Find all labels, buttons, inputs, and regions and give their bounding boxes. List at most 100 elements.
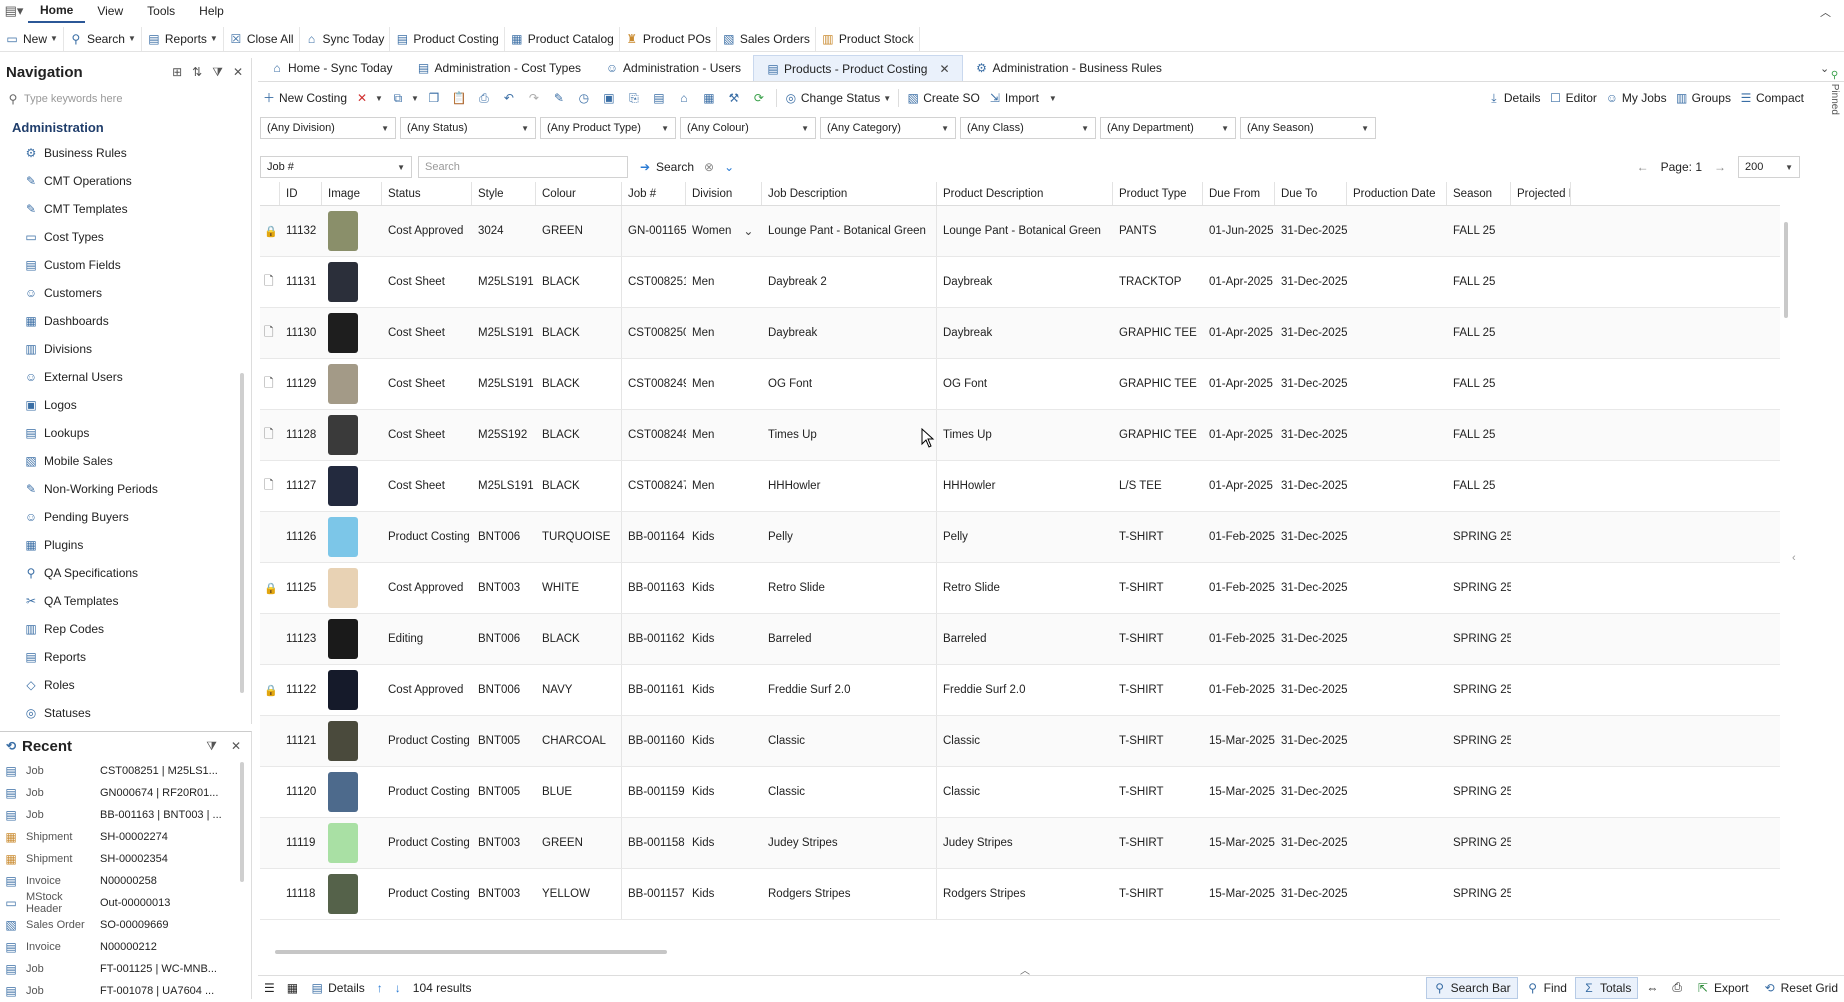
recent-filter-icon[interactable]: ⧩	[206, 739, 217, 754]
filter-any-status[interactable]: (Any Status) ▼	[400, 117, 536, 139]
column-header-projected-deliv[interactable]: Projected Deliv	[1511, 182, 1571, 205]
cell-division[interactable]: Kids	[686, 767, 762, 817]
column-header-style[interactable]: Style	[472, 182, 536, 205]
cell-thumb[interactable]	[322, 359, 382, 409]
recent-item[interactable]: ▤ Job FT-001125 | WC-MNB...	[0, 958, 251, 980]
cell-division[interactable]: Kids	[686, 614, 762, 664]
tools-button[interactable]: ⚒	[723, 85, 748, 111]
table-row[interactable]: 🔒 11125 Cost Approved BNT003 WHITE BB-001163 K…	[260, 563, 1780, 614]
table-row[interactable]: 🗋 11131 Cost Sheet M25LS191 BLACK CST008251 Me…	[260, 257, 1780, 308]
recent-item[interactable]: ▤ Invoice N00000258	[0, 870, 251, 892]
table-row[interactable]: 🗋 11128 Cost Sheet M25S192 BLACK CST008248 Men…	[260, 410, 1780, 461]
edit-button[interactable]: ✎	[548, 85, 573, 111]
nav-item-statuses[interactable]: ◎ Statuses	[0, 699, 251, 727]
cell-thumb[interactable]	[322, 614, 382, 664]
cell-thumb[interactable]	[322, 461, 382, 511]
filter-any-division[interactable]: (Any Division) ▼	[260, 117, 396, 139]
product-pos-button[interactable]: ♜ Product POs	[620, 26, 717, 51]
nav-item-lookups[interactable]: ▤ Lookups	[0, 419, 251, 447]
cell-division[interactable]: Kids	[686, 512, 762, 562]
editor-button[interactable]: ☐ Editor	[1545, 85, 1601, 111]
product-thumbnail[interactable]	[328, 619, 358, 659]
recent-item[interactable]: ▦ Shipment SH-00002354	[0, 848, 251, 870]
search-button[interactable]: ⚲ Search ▼	[64, 26, 142, 51]
cell-thumb[interactable]	[322, 665, 382, 715]
column-header-id[interactable]: ID	[280, 182, 322, 205]
filter-any-season[interactable]: (Any Season) ▼	[1240, 117, 1376, 139]
image-button[interactable]: ▣	[598, 85, 623, 111]
cell-division[interactable]: Kids	[686, 563, 762, 613]
export-button[interactable]: ⇱ Export	[1690, 977, 1755, 999]
menu-home[interactable]: Home	[28, 0, 86, 23]
column-header-job-description[interactable]: Job Description	[762, 182, 937, 205]
product-thumbnail[interactable]	[328, 823, 358, 863]
chevron-down-icon[interactable]: ⌄	[743, 224, 753, 238]
nav-item-pending-buyers[interactable]: ☺ Pending Buyers	[0, 503, 251, 531]
cell-division[interactable]: Men	[686, 359, 762, 409]
tab-products-product-costing[interactable]: ▤ Products - Product Costing ✕	[753, 55, 963, 81]
nav-item-non-working-periods[interactable]: ✎ Non-Working Periods	[0, 475, 251, 503]
cell-thumb[interactable]	[322, 716, 382, 766]
cell-thumb[interactable]	[322, 512, 382, 562]
card-view-icon[interactable]: ▦	[281, 977, 304, 999]
table-row[interactable]: 🗋 11130 Cost Sheet M25LS191 BLACK CST008250 Me…	[260, 308, 1780, 359]
filter-any-colour[interactable]: (Any Colour) ▼	[680, 117, 816, 139]
product-thumbnail[interactable]	[328, 670, 358, 710]
nav-item-business-rules[interactable]: ⚙ Business Rules	[0, 139, 251, 167]
print-button[interactable]: ⎙	[473, 85, 498, 111]
cell-division[interactable]: Kids	[686, 665, 762, 715]
cell-thumb[interactable]	[322, 869, 382, 919]
cell-division[interactable]: Men	[686, 257, 762, 307]
copy-button[interactable]: ⧉ ▼	[387, 85, 423, 111]
menu-tools[interactable]: Tools	[135, 0, 187, 22]
export-sheet-button[interactable]: ▤	[648, 85, 673, 111]
tag-button[interactable]: ⌂	[673, 85, 698, 111]
nav-item-roles[interactable]: ◇ Roles	[0, 671, 251, 699]
menu-view[interactable]: View	[85, 0, 135, 22]
advanced-search-icon[interactable]: ⌄	[724, 160, 734, 174]
nav-close-icon[interactable]: ✕	[233, 65, 243, 80]
refresh-button[interactable]: ⟳	[748, 85, 773, 111]
print-preview-icon[interactable]: ⎙	[1666, 977, 1688, 999]
cell-division[interactable]: Kids	[686, 869, 762, 919]
recent-item[interactable]: ▤ Job CST008251 | M25LS1...	[0, 760, 251, 782]
nav-filter-icon[interactable]: ⧩	[212, 65, 223, 80]
table-row[interactable]: 🗋 11127 Cost Sheet M25LS191 BLACK CST008247 Me…	[260, 461, 1780, 512]
new-costing-button[interactable]: ＋ New Costing	[258, 85, 351, 111]
column-header-status[interactable]: Status	[382, 182, 472, 205]
product-thumbnail[interactable]	[328, 415, 358, 455]
prev-page-icon[interactable]: ←	[1637, 160, 1649, 174]
collapse-ribbon-icon[interactable]: ︿	[1820, 4, 1831, 20]
recent-item[interactable]: ▦ Shipment SH-00002274	[0, 826, 251, 848]
duplicate-button[interactable]: ❐	[423, 85, 448, 111]
table-row[interactable]: 🗋 11129 Cost Sheet M25LS191 BLACK CST008249 Me…	[260, 359, 1780, 410]
nav-item-cmt-operations[interactable]: ✎ CMT Operations	[0, 167, 251, 195]
table-row[interactable]: 🔒 11122 Cost Approved BNT006 NAVY BB-001161 Ki…	[260, 665, 1780, 716]
compact-button[interactable]: ☰ Compact	[1735, 85, 1808, 111]
table-row[interactable]: 11118 Product Costing BNT003 YELLOW BB-00115…	[260, 869, 1780, 920]
cell-division[interactable]: Men	[686, 410, 762, 460]
change-status-button[interactable]: ◎ Change Status ▼	[780, 85, 895, 111]
list-view-icon[interactable]: ☰	[258, 977, 281, 999]
product-costing-button[interactable]: ▤ Product Costing	[390, 26, 505, 51]
filter-any-class[interactable]: (Any Class) ▼	[960, 117, 1096, 139]
search-bar-toggle[interactable]: ⚲ Search Bar	[1425, 976, 1518, 999]
product-thumbnail[interactable]	[328, 364, 358, 404]
product-stock-button[interactable]: ▥ Product Stock	[816, 26, 920, 51]
product-thumbnail[interactable]	[328, 517, 358, 557]
cell-division[interactable]: Kids	[686, 818, 762, 868]
nav-item-dashboards[interactable]: ▦ Dashboards	[0, 307, 251, 335]
product-thumbnail[interactable]	[328, 874, 358, 914]
find-button[interactable]: ⚲ Find	[1520, 977, 1573, 999]
cell-thumb[interactable]	[322, 206, 382, 256]
nav-item-rep-codes[interactable]: ▥ Rep Codes	[0, 615, 251, 643]
grid-vertical-scrollbar[interactable]	[1784, 222, 1788, 318]
pinned-side-panel[interactable]: ⚲ Pinned	[1818, 70, 1840, 130]
nav-pin-icon[interactable]: ⊞	[172, 65, 182, 80]
nav-section-administration[interactable]: Administration	[0, 112, 251, 139]
status-details-button[interactable]: ▤ Details	[304, 977, 371, 999]
search-input[interactable]: Search	[418, 156, 628, 178]
nav-item-plugins[interactable]: ▦ Plugins	[0, 531, 251, 559]
product-thumbnail[interactable]	[328, 262, 358, 302]
new-button[interactable]: ▭ New ▼	[0, 26, 64, 51]
